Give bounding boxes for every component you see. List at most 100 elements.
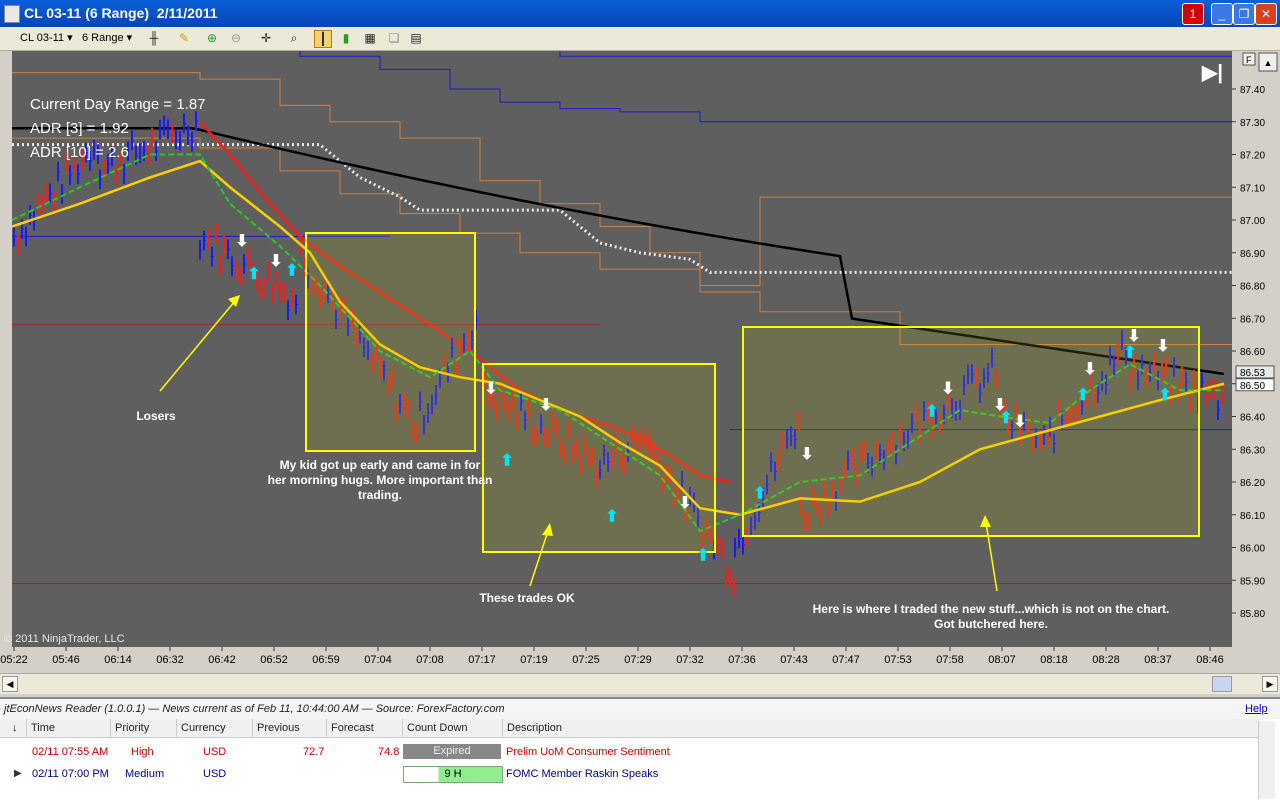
news-row[interactable]: ▶ 02/11 07:00 PM Medium USD 9 H FOMC Mem… — [0, 763, 1260, 785]
pencil-icon[interactable]: ✎ — [176, 30, 192, 46]
copyright-text: © 2011 NinjaTrader, LLC — [4, 633, 125, 645]
properties-icon[interactable]: ▤ — [408, 30, 424, 46]
scroll-thumb[interactable] — [1212, 676, 1232, 692]
sell-arrow-icon: ⬇ — [539, 397, 552, 414]
col-time[interactable]: Time — [26, 719, 111, 737]
buy-arrow-icon: ⬆ — [925, 404, 938, 421]
price-label: 86.00 — [1240, 544, 1265, 555]
row-priority: Medium — [125, 768, 165, 780]
price-label: 86.70 — [1240, 314, 1265, 325]
time-label: 07:25 — [572, 654, 600, 666]
annotation-trades-ok: These trades OK — [479, 591, 575, 605]
close-button[interactable]: ✕ — [1255, 3, 1277, 25]
row-countdown: 9 H — [403, 766, 503, 783]
app-icon — [4, 5, 20, 23]
time-label: 07:19 — [520, 654, 548, 666]
annotation-losers: Losers — [136, 409, 176, 423]
bar-type-icon[interactable]: ╫ — [146, 30, 162, 46]
sell-arrow-icon: ⬇ — [678, 495, 691, 512]
alert-count: 1 — [1189, 7, 1197, 21]
sell-arrow-icon: ⬇ — [1127, 328, 1140, 345]
time-label: 07:36 — [728, 654, 756, 666]
chevron-up-icon: ▲ — [1264, 58, 1273, 68]
time-label: 07:43 — [780, 654, 808, 666]
price-chart[interactable]: 87.40 87.30 87.20 87.10 87.00 86.90 86.80 86.70… — [0, 51, 1280, 673]
time-label: 07:53 — [884, 654, 912, 666]
price-label: 86.80 — [1240, 282, 1265, 293]
row-forecast: 74.8 — [378, 746, 400, 758]
row-pointer-icon: ▶ — [14, 768, 22, 779]
sort-icon[interactable]: ↓ — [8, 719, 18, 737]
candle-icon[interactable]: ▮ — [338, 30, 354, 46]
buy-arrow-icon: ⬆ — [247, 266, 260, 283]
buy-arrow-icon: ⬆ — [500, 453, 513, 470]
zoom-out-icon[interactable]: ⊖ — [228, 30, 244, 46]
sell-arrow-icon: ⬇ — [269, 253, 282, 270]
zoom-in-icon[interactable]: ⊕ — [204, 30, 220, 46]
alert-badge[interactable]: 1 — [1182, 3, 1204, 25]
time-label: 07:29 — [624, 654, 652, 666]
sell-arrow-icon: ⬇ — [1083, 361, 1096, 378]
col-previous[interactable]: Previous — [252, 719, 325, 737]
row-previous: 72.7 — [303, 746, 325, 758]
time-label: 05:46 — [52, 654, 80, 666]
row-time: 02/11 07:00 PM — [32, 768, 109, 780]
col-priority[interactable]: Priority — [110, 719, 175, 737]
minimize-button[interactable]: _ — [1211, 3, 1233, 25]
col-description[interactable]: Description — [502, 719, 1247, 737]
news-header: jtEconNews Reader (1.0.0.1) — News curre… — [0, 699, 1280, 719]
news-header-text: jtEconNews Reader (1.0.0.1) — News curre… — [4, 703, 505, 715]
chart-icon[interactable]: ▦ — [362, 30, 378, 46]
period-selector[interactable]: 6 Range ▾ — [82, 30, 132, 47]
price-label: 86.30 — [1240, 445, 1265, 456]
bar-style-icon[interactable]: ┃ — [314, 30, 332, 48]
day-range-stat: Current Day Range = 1.87 — [30, 96, 206, 113]
scroll-left-button[interactable]: ◀ — [2, 676, 18, 692]
time-label: 06:14 — [104, 654, 132, 666]
period-label: 6 Range — [82, 32, 124, 44]
col-currency[interactable]: Currency — [176, 719, 251, 737]
annotation-box — [482, 363, 716, 553]
row-description: FOMC Member Raskin Speaks — [506, 768, 659, 780]
buy-arrow-icon: ⬆ — [1158, 387, 1171, 404]
price-label: 86.60 — [1240, 347, 1265, 358]
annotation-box — [305, 232, 476, 452]
buy-arrow-icon: ⬆ — [285, 263, 298, 280]
time-label: 08:07 — [988, 654, 1016, 666]
row-currency: USD — [203, 768, 227, 780]
title-bar: CL 03-11 (6 Range) 2/11/2011 1 _ ❐ ✕ — [0, 0, 1280, 27]
buy-arrow-icon: ⬆ — [1123, 345, 1136, 362]
news-row[interactable]: 02/11 07:55 AM High USD 72.7 74.8 Expire… — [0, 741, 1260, 763]
time-label: 08:37 — [1144, 654, 1172, 666]
time-label: 08:28 — [1092, 654, 1120, 666]
row-currency: USD — [203, 746, 227, 758]
time-label: 07:58 — [936, 654, 964, 666]
chart-panel[interactable]: 87.40 87.30 87.20 87.10 87.00 86.90 86.80 86.70… — [0, 51, 1280, 673]
sell-arrow-icon: ⬇ — [1156, 338, 1169, 355]
scroll-right-button[interactable]: ▶ — [1262, 676, 1278, 692]
day-range-stat: ADR [10] = 2.6 — [30, 144, 129, 161]
instrument-label: CL 03-11 — [20, 32, 65, 44]
help-link[interactable]: Help — [1245, 699, 1268, 719]
annotation-new-stuff: Here is where I traded the new stuff...w… — [813, 602, 1170, 616]
maximize-button[interactable]: ❐ — [1233, 3, 1255, 25]
row-priority: High — [131, 746, 154, 758]
annotation-kid-note: her morning hugs. More important than — [268, 473, 493, 487]
search-icon[interactable]: ⌕ — [286, 30, 302, 46]
price-label: 86.20 — [1240, 478, 1265, 489]
crosshair-icon[interactable]: ✛ — [258, 30, 274, 46]
time-label: 06:52 — [260, 654, 288, 666]
col-countdown[interactable]: Count Down — [402, 719, 503, 737]
copy-icon[interactable]: ❏ — [386, 30, 402, 46]
price-label: 87.30 — [1240, 118, 1265, 129]
price-label: 87.20 — [1240, 151, 1265, 162]
price-label: 86.10 — [1240, 511, 1265, 522]
buy-arrow-icon: ⬆ — [753, 485, 766, 502]
row-countdown: Expired — [403, 744, 501, 759]
news-scrollbar[interactable] — [1258, 721, 1275, 799]
time-label: 07:08 — [416, 654, 444, 666]
instrument-selector[interactable]: CL 03-11 ▾ — [20, 30, 73, 47]
annotation-kid-note: trading. — [358, 488, 402, 502]
col-forecast[interactable]: Forecast — [326, 719, 401, 737]
chart-scrollbar[interactable]: ◀ ▶ — [0, 673, 1280, 694]
